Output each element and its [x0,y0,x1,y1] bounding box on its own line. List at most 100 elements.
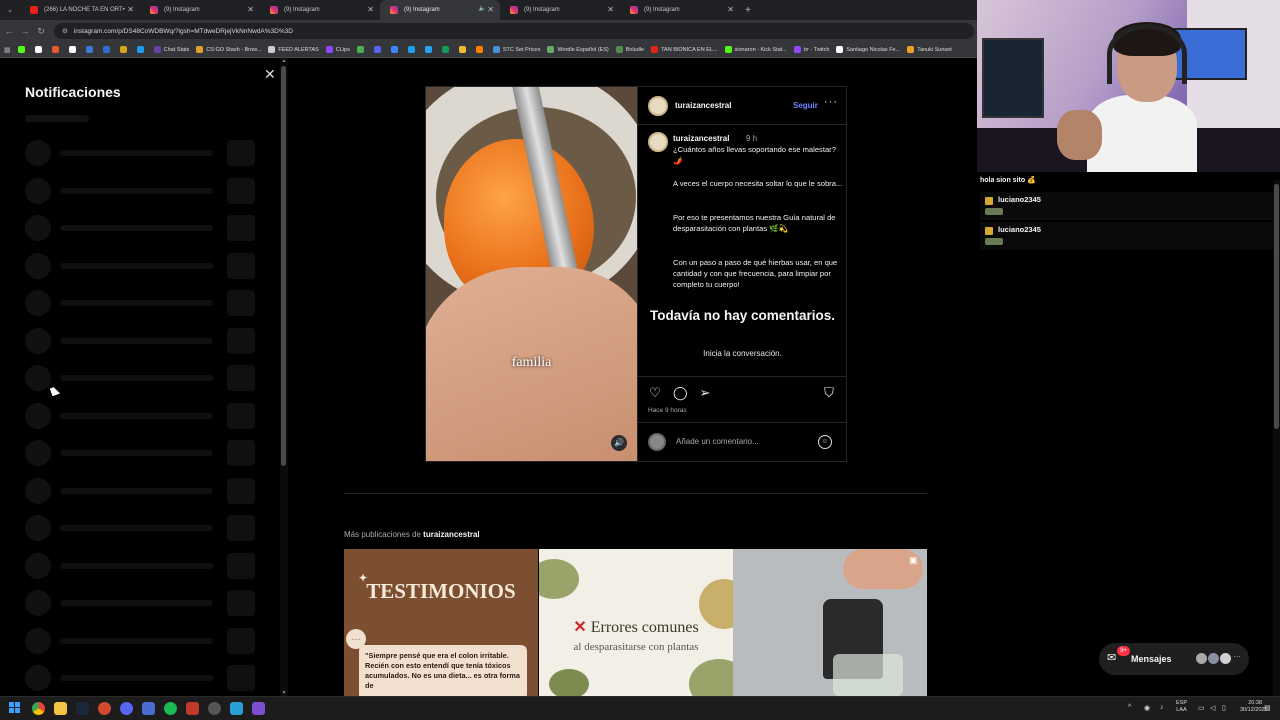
bookmark-item[interactable]: STC Set Prices [492,46,540,53]
bookmark-item[interactable] [458,46,469,53]
steam-tray-icon[interactable]: ◉ [1144,704,1150,712]
new-tab-button[interactable]: + [740,5,756,16]
notifications-scrollbar[interactable]: ▲ ▼ [280,58,288,696]
audio-icon[interactable]: 🔊 [611,435,627,451]
post-media[interactable]: familia 🔊 [426,87,637,461]
bookmark-item[interactable] [475,46,486,53]
bookmark-item[interactable] [424,46,435,53]
post-thumbnail[interactable]: ▣ [733,549,927,696]
caption-username[interactable]: turaizancestral [673,134,729,143]
bookmark-item[interactable] [373,46,384,53]
scrollbar-thumb[interactable] [281,66,286,466]
tab-close-icon[interactable]: ✕ [607,5,614,14]
app-icon[interactable] [230,702,243,715]
site-info-icon[interactable]: ⚙ [62,27,68,35]
clock[interactable]: 20:38 30/12/2025 [1240,700,1268,714]
network-icon[interactable]: ▭ [1198,704,1205,712]
page-scrollbar[interactable] [1273,180,1280,696]
browser-tab[interactable]: (9) Instagram ✕ [140,0,260,20]
bookmark-item[interactable] [34,46,45,53]
bookmark-item[interactable]: sionaron - Kick Stat... [724,46,787,53]
tab-close-icon[interactable]: ✕ [727,5,734,14]
skeleton-line [60,375,213,381]
bookmark-item[interactable]: Tanuki Sunset [907,46,952,53]
volume-icon[interactable]: ◁ [1210,704,1215,712]
browser-tab[interactable]: (9) Instagram ✕ [260,0,380,20]
bookmark-item[interactable]: trr - Twitch [793,46,829,53]
bookmark-item[interactable]: Boludle [615,46,644,53]
tab-audio-icon[interactable]: 🔈 [479,5,486,12]
browser-tab[interactable]: (9) Instagram ✕ [500,0,620,20]
caption-avatar[interactable] [648,132,668,152]
post-thumbnail[interactable]: ✦ TESTIMONIOS ··· "Siempre pensé que era… [344,549,538,696]
comment-icon[interactable]: ◯ [673,386,688,400]
bookmark-item[interactable] [119,46,130,53]
author-avatar[interactable] [648,96,668,116]
mic-icon[interactable]: ♪ [1160,704,1164,711]
follow-button[interactable]: Seguir [793,101,818,110]
bookmark-item[interactable]: FEED ALERTAS [268,46,319,53]
bookmark-favicon-icon [458,46,466,53]
bookmark-item[interactable] [441,46,452,53]
tab-close-icon[interactable]: ✕ [487,5,494,14]
battery-icon[interactable]: ▯ [1222,704,1226,712]
browser-tab[interactable]: (266) LA NOCHE TA EN ORT• ✕ [20,0,140,20]
bookmark-item[interactable]: Wordle Español (ES) [547,46,609,53]
calendar-icon[interactable] [186,702,199,715]
obs-icon[interactable] [208,702,221,715]
skeleton-line [60,337,213,344]
more-posts-username[interactable]: turaizancestral [423,530,479,539]
tray-chevron-icon[interactable]: ^ [1128,704,1131,711]
bookmark-item[interactable] [102,46,113,53]
bookmark-item[interactable] [390,46,401,53]
apps-icon[interactable]: ▦ [4,46,11,54]
bookmark-item[interactable] [136,46,147,53]
bookmark-item[interactable]: Santiago Nicolas Fe... [836,46,900,53]
tab-close-icon[interactable]: ✕ [127,5,134,14]
author-username[interactable]: turaizancestral [675,101,731,110]
scrollbar-thumb[interactable] [1274,184,1279,429]
language-indicator[interactable]: ESP LAA [1176,700,1187,714]
chrome-icon[interactable] [32,702,45,715]
bookmark-item[interactable] [51,46,62,53]
messages-button[interactable]: ✉ 9+ Mensajes ··· [1099,643,1249,675]
emoji-icon[interactable]: ☺ [818,435,832,449]
browser-tab[interactable]: (9) Instagram ✕ 🔈 [380,0,500,20]
bookmark-item[interactable]: CS:GO Stash - Brow... [196,46,261,53]
share-send-icon[interactable]: ➢ [698,386,712,400]
bookmark-item[interactable] [356,46,367,53]
tab-close-icon[interactable]: ✕ [367,5,374,14]
url-field[interactable]: ⚙ instagram.com/p/DS48CoWDBWq/?igsh=MTdw… [54,23,974,39]
back-icon[interactable]: ← [2,26,16,36]
notification-center-icon[interactable]: ▤ [1264,704,1271,712]
bookmark-favicon-icon [196,46,204,53]
tab-close-icon[interactable]: ✕ [247,5,254,14]
more-options-icon[interactable]: ··· [824,96,838,108]
bookmark-item[interactable]: TAN BIONICA EN EL... [651,46,718,53]
bookmark-item[interactable] [85,46,96,53]
post-thumbnail[interactable]: ✕ Errores comunes al desparasitarse con … [539,549,733,696]
browser-tab[interactable]: (9) Instagram ✕ [620,0,740,20]
bookmark-item[interactable]: Chat Stats [153,46,189,53]
steam-icon[interactable] [76,702,89,715]
scroll-up-icon[interactable]: ▲ [280,58,288,64]
forward-icon[interactable]: → [18,26,32,36]
close-icon[interactable]: ✕ [264,66,276,83]
tab-search-icon[interactable]: ⌄ [0,6,20,14]
app-icon[interactable] [98,702,111,715]
save-bookmark-icon[interactable]: ⛉ [822,386,836,400]
bookmark-item[interactable] [17,46,28,53]
file-explorer-icon[interactable] [54,702,67,715]
spotify-icon[interactable] [164,702,177,715]
bookmark-item[interactable] [407,46,418,53]
windows-start-icon[interactable] [9,702,22,715]
bookmark-item[interactable] [68,46,79,53]
discord-icon[interactable] [120,702,133,715]
app-icon[interactable] [142,702,155,715]
comment-input[interactable] [676,437,816,446]
bookmark-item[interactable]: CLips [325,46,350,53]
message-avatar [1219,652,1232,665]
app-icon[interactable] [252,702,265,715]
reload-icon[interactable]: ↻ [34,26,48,37]
like-heart-icon[interactable]: ♡ [648,386,662,400]
